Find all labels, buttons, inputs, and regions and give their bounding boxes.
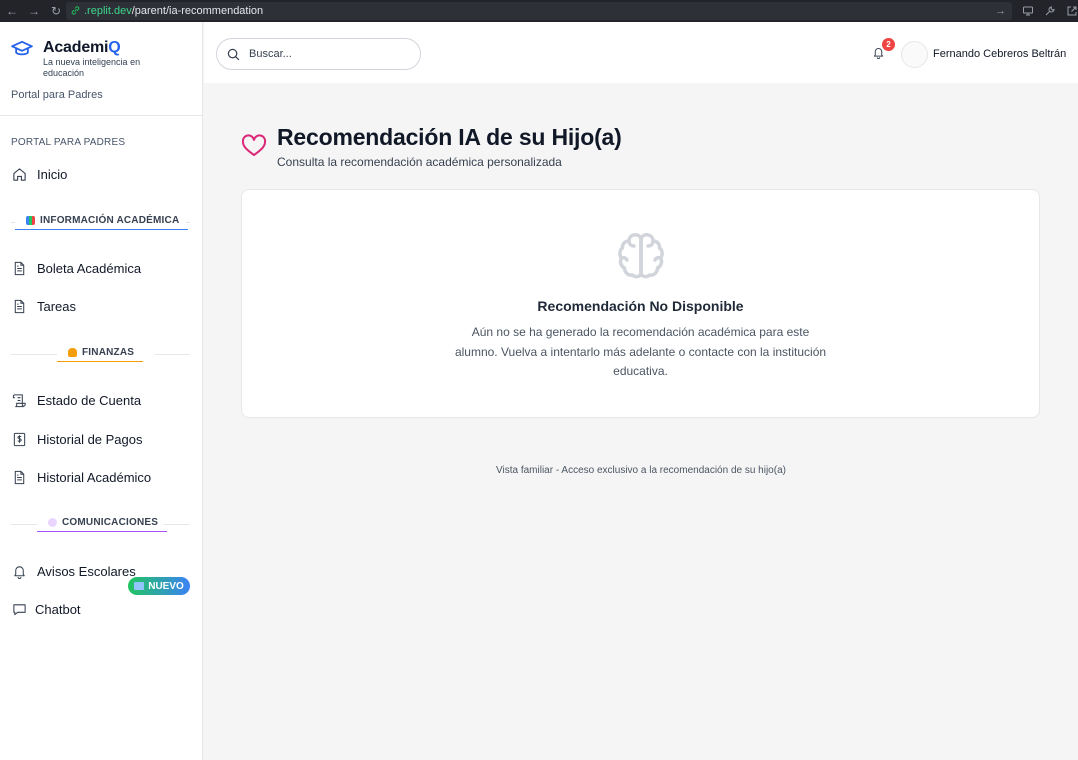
sidebar: AcademiQ La nueva inteligencia en educac… (0, 22, 203, 760)
divider-academic: INFORMACIÓN ACADÉMICA (11, 215, 190, 230)
sidebar-item-avisos[interactable]: Avisos Escolares (11, 559, 136, 583)
heart-icon (241, 134, 267, 156)
page-title: Recomendación IA de su Hijo(a) (277, 124, 622, 150)
back-icon[interactable]: ← (6, 5, 18, 17)
sidebar-section-title: PORTAL PARA PADRES (11, 137, 126, 148)
new-badge-label: NUEVO (148, 580, 184, 592)
scroll-icon (11, 392, 27, 408)
page-subtitle: Consulta la recomendación académica pers… (277, 155, 562, 169)
sidebar-item-tareas[interactable]: Tareas (11, 294, 76, 318)
recommendation-card: Recomendación No Disponible Aún no se ha… (241, 189, 1040, 418)
sidebar-item-label: Estado de Cuenta (37, 392, 142, 408)
sidebar-item-inicio[interactable]: Inicio (11, 162, 67, 186)
dollar-receipt-icon (11, 431, 27, 447)
sidebar-item-label: Historial Académico (37, 469, 152, 485)
sidebar-item-label: Avisos Escolares (37, 563, 136, 579)
sidebar-item-label: Boleta Académica (37, 260, 142, 276)
brain-icon (618, 233, 664, 279)
academic-section-header: INFORMACIÓN ACADÉMICA (15, 215, 189, 230)
sidebar-item-label: Historial de Pagos (37, 431, 143, 447)
books-icon (26, 216, 35, 225)
sidebar-item-historial-pagos[interactable]: Historial de Pagos (11, 427, 143, 451)
sidebar-item-label: Tareas (37, 298, 77, 314)
footer-note: Vista familiar - Acceso exclusivo a la r… (496, 465, 786, 476)
search-icon (227, 48, 240, 60)
divider-communications: COMUNICACIONES (11, 517, 190, 532)
sidebar-item-estado-cuenta[interactable]: Estado de Cuenta (11, 388, 141, 412)
brand-name-accent: Q (108, 39, 121, 56)
money-bag-icon (68, 348, 77, 357)
browser-toolbar: ← → ↻ .replit.dev/parent/ia-recommendati… (0, 0, 1078, 22)
brand-block: AcademiQ La nueva inteligencia en educac… (0, 22, 202, 116)
new-badge: NUEVO (128, 577, 190, 595)
sidebar-item-label: Inicio (37, 166, 68, 182)
finance-header-label: FINANZAS (82, 347, 135, 358)
bell-icon (11, 563, 27, 579)
avatar[interactable] (901, 41, 928, 68)
url-path: /parent/ia-recommendation (131, 5, 264, 17)
finance-section-header: FINANZAS (57, 347, 144, 362)
search-box[interactable] (216, 38, 421, 70)
browser-tools (1012, 5, 1078, 17)
speech-bubble-icon (48, 518, 57, 527)
document-icon (11, 469, 27, 485)
sidebar-item-historial-academico[interactable]: Historial Académico (11, 465, 151, 489)
go-arrow-icon[interactable]: → (995, 5, 1012, 17)
sidebar-item-chatbot[interactable]: Chatbot (11, 597, 81, 621)
reload-icon[interactable]: ↻ (50, 5, 62, 17)
chat-icon (11, 601, 27, 617)
devices-icon[interactable] (1022, 5, 1034, 17)
forward-icon[interactable]: → (28, 5, 40, 17)
divider-finance: FINANZAS (11, 347, 190, 362)
brand-tagline: La nueva inteligencia en educación (43, 57, 141, 78)
address-bar[interactable]: .replit.dev/parent/ia-recommendation → (66, 2, 1012, 20)
home-icon (11, 166, 27, 182)
academic-header-label: INFORMACIÓN ACADÉMICA (40, 215, 180, 226)
graduation-cap-icon (11, 40, 33, 56)
url-host: .replit.dev (84, 5, 132, 17)
brand-name-main: Academi (43, 39, 109, 56)
brand-name[interactable]: AcademiQ (43, 39, 121, 57)
communications-section-header: COMUNICACIONES (37, 517, 168, 532)
empty-state-title: Recomendación No Disponible (537, 298, 744, 314)
sidebar-item-boleta[interactable]: Boleta Académica (11, 256, 141, 280)
external-link-icon[interactable] (1066, 5, 1078, 17)
sidebar-item-label: Chatbot (35, 601, 81, 617)
document-icon (11, 260, 27, 276)
wrench-icon[interactable] (1044, 5, 1056, 17)
portal-label: Portal para Padres (11, 89, 103, 101)
document-icon (11, 298, 27, 314)
empty-state-text: Aún no se ha generado la recomendación a… (454, 325, 827, 378)
notification-count-badge: 2 (882, 38, 895, 51)
communications-header-label: COMUNICACIONES (62, 517, 159, 528)
user-name[interactable]: Fernando Cebreros Beltrán (933, 48, 1066, 60)
new-emoji-icon (134, 582, 145, 590)
link-icon (70, 5, 82, 17)
search-input[interactable] (249, 48, 399, 60)
browser-nav: ← → ↻ (0, 5, 66, 17)
top-header: 2 Fernando Cebreros Beltrán (204, 22, 1078, 83)
